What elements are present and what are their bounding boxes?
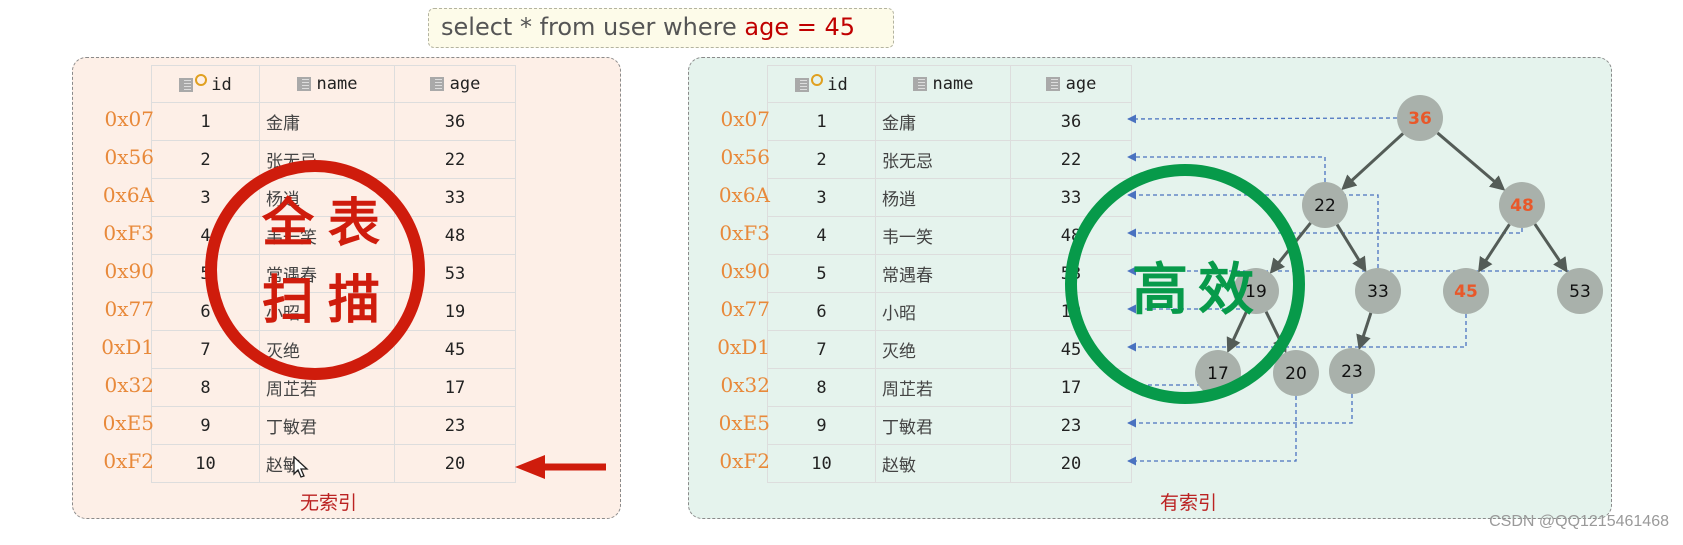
index-tree-diagram: 3622 4819 33 45 5317 20 23 bbox=[515, 95, 1603, 479]
row-address: 0x07 bbox=[104, 107, 154, 131]
tree-edge bbox=[1356, 312, 1373, 351]
tree-node-key: 53 bbox=[1569, 282, 1591, 302]
tree-node: 45 bbox=[1443, 268, 1489, 314]
tree-edge bbox=[1341, 132, 1405, 191]
tree-edge bbox=[1335, 223, 1367, 273]
row-address: 0x77 bbox=[104, 297, 154, 321]
row-address: 0x90 bbox=[720, 259, 770, 283]
tree-node: 33 bbox=[1355, 268, 1401, 314]
row-address: 0xF3 bbox=[719, 221, 770, 245]
mouse-cursor-icon bbox=[293, 456, 309, 478]
tree-node: 36 bbox=[1397, 95, 1443, 141]
row-address: 0x90 bbox=[104, 259, 154, 283]
row-pointer-line bbox=[1127, 396, 1297, 466]
tree-edge bbox=[1478, 223, 1511, 273]
tree-node-key: 48 bbox=[1510, 196, 1534, 216]
tree-node-key: 33 bbox=[1367, 282, 1389, 302]
tree-node-key: 22 bbox=[1314, 196, 1336, 216]
tree-node-key: 23 bbox=[1341, 362, 1363, 382]
tree-node: 53 bbox=[1557, 268, 1603, 314]
row-address: 0xE5 bbox=[718, 411, 770, 435]
row-address: 0x77 bbox=[720, 297, 770, 321]
tree-edge bbox=[1533, 223, 1568, 273]
row-address: 0x6A bbox=[718, 183, 770, 207]
row-pointer-line bbox=[1127, 114, 1398, 124]
row-address: 0xF2 bbox=[103, 449, 154, 473]
row-address: 0xF3 bbox=[103, 221, 154, 245]
row-address: 0xD1 bbox=[101, 335, 154, 359]
tree-node-key: 45 bbox=[1454, 282, 1478, 302]
watermark: CSDN @QQ1215461468 bbox=[1489, 513, 1669, 530]
row-address: 0xE5 bbox=[102, 411, 154, 435]
tree-node: 23 bbox=[1329, 348, 1375, 394]
row-address: 0x32 bbox=[104, 373, 154, 397]
row-address: 0x6A bbox=[102, 183, 154, 207]
row-address: 0xD1 bbox=[717, 335, 770, 359]
scan-arrow-icon bbox=[515, 455, 606, 479]
stamp-text: 高效 bbox=[1132, 257, 1264, 323]
tree-edge bbox=[1436, 131, 1506, 191]
row-address: 0x56 bbox=[104, 145, 154, 169]
tree-node-key: 20 bbox=[1285, 364, 1307, 384]
row-address: 0x32 bbox=[720, 373, 770, 397]
tree-node: 48 bbox=[1499, 182, 1545, 228]
tree-node-key: 36 bbox=[1408, 109, 1432, 129]
tree-node: 22 bbox=[1302, 182, 1348, 228]
row-address: 0x07 bbox=[720, 107, 770, 131]
row-address: 0xF2 bbox=[719, 449, 770, 473]
row-address: 0x56 bbox=[720, 145, 770, 169]
